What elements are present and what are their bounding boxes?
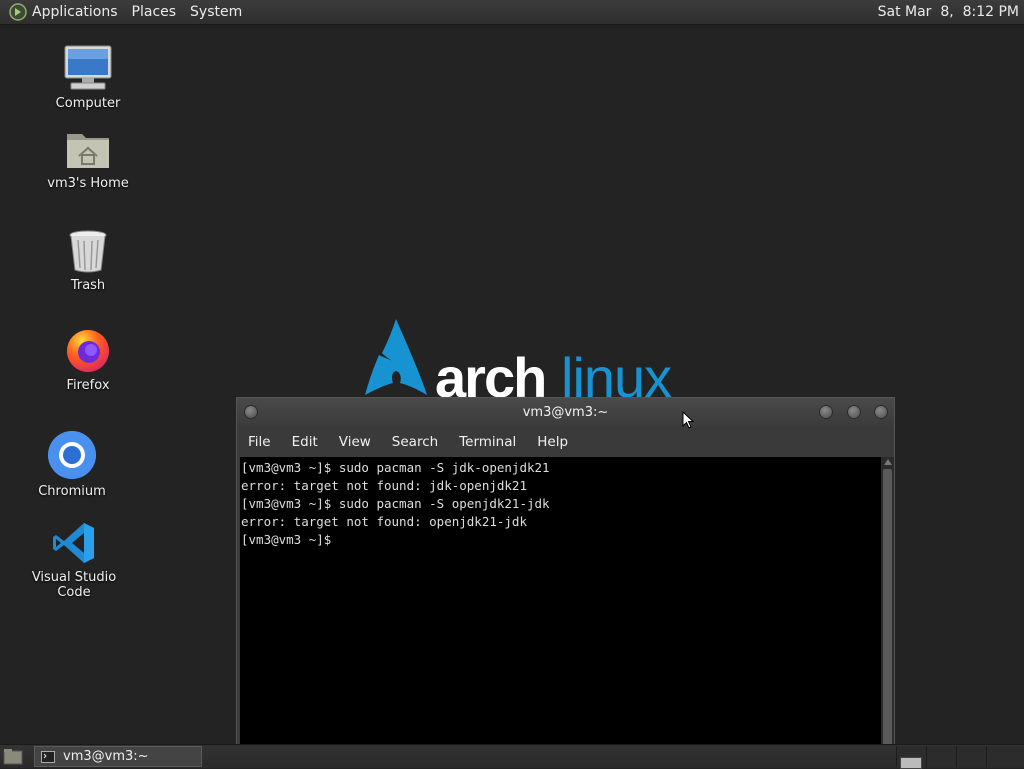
menu-file[interactable]: File [248, 434, 271, 450]
places-menu[interactable]: Places [132, 4, 177, 20]
terminal-scrollbar[interactable] [881, 457, 894, 748]
workspace-4[interactable] [986, 746, 1024, 767]
scrollbar-thumb[interactable] [883, 469, 892, 748]
desktop-icon-chromium[interactable]: Chromium [12, 430, 132, 499]
terminal-menubar: File Edit View Search Terminal Help [237, 428, 894, 456]
window-title: vm3@vm3:~ [522, 405, 609, 420]
mouse-pointer-icon [682, 411, 694, 429]
terminal-output[interactable]: [vm3@vm3 ~]$ sudo pacman -S jdk-openjdk2… [240, 457, 881, 748]
scroll-up-icon[interactable] [884, 459, 892, 465]
minimize-button[interactable] [819, 405, 833, 419]
terminal-line: error: target not found: openjdk21-jdk [241, 514, 527, 529]
desktop-icon-label: vm3's Home [47, 176, 129, 191]
terminal-line: [vm3@vm3 ~]$ sudo pacman -S jdk-openjdk2… [241, 460, 550, 475]
terminal-icon [41, 750, 55, 763]
workspace-2[interactable] [926, 746, 956, 767]
clock[interactable]: Sat Mar 8, 8:12 PM [878, 4, 1019, 20]
home-folder-icon [67, 134, 109, 168]
menu-view[interactable]: View [339, 434, 371, 450]
desktop-icon-label: Visual Studio Code [31, 570, 117, 600]
chromium-icon [48, 431, 96, 479]
applications-menu[interactable]: Applications [32, 4, 118, 20]
trash-icon [69, 230, 107, 273]
desktop-icon-trash[interactable]: Trash [28, 228, 148, 293]
taskbar-button-terminal[interactable]: vm3@vm3:~ [34, 746, 202, 767]
desktop-icon-firefox[interactable]: Firefox [28, 326, 148, 393]
workspace-1[interactable] [896, 746, 926, 769]
taskbar-button-label: vm3@vm3:~ [63, 749, 149, 764]
menu-help[interactable]: Help [537, 434, 568, 450]
bottom-panel: vm3@vm3:~ [0, 744, 1024, 769]
close-button[interactable] [874, 405, 888, 419]
arch-linux-logo: arch linux [365, 319, 673, 405]
terminal-line: error: target not found: jdk-openjdk21 [241, 478, 527, 493]
computer-icon [64, 45, 112, 90]
desktop-icon-vscode[interactable]: Visual Studio Code [14, 520, 134, 600]
menu-edit[interactable]: Edit [292, 434, 318, 450]
desktop-icon-label: Computer [55, 96, 121, 111]
vscode-icon [53, 523, 94, 563]
top-panel: Applications Places System Sat Mar 8, 8:… [0, 0, 1024, 25]
firefox-icon [67, 330, 109, 372]
desktop-icon-label: Trash [70, 278, 106, 293]
desktop-icon-computer[interactable]: Computer [28, 44, 148, 111]
terminal-line: [vm3@vm3 ~]$ sudo pacman -S openjdk21-jd… [241, 496, 550, 511]
desktop-icon-label: Chromium [38, 484, 106, 499]
workspace-3[interactable] [956, 746, 986, 767]
system-menu[interactable]: System [190, 4, 242, 20]
menu-search[interactable]: Search [392, 434, 438, 450]
desktop-icon-home[interactable]: vm3's Home [28, 128, 148, 191]
terminal-prompt-line: [vm3@vm3 ~]$ [241, 532, 339, 547]
show-desktop-icon[interactable] [3, 748, 23, 765]
mate-menu-icon[interactable] [9, 3, 27, 21]
terminal-window[interactable]: vm3@vm3:~ File Edit View Search Terminal… [236, 397, 895, 748]
desktop-icon-label: Firefox [66, 378, 110, 393]
maximize-button[interactable] [847, 405, 861, 419]
menu-terminal[interactable]: Terminal [459, 434, 516, 450]
terminal-titlebar[interactable]: vm3@vm3:~ [237, 398, 894, 428]
